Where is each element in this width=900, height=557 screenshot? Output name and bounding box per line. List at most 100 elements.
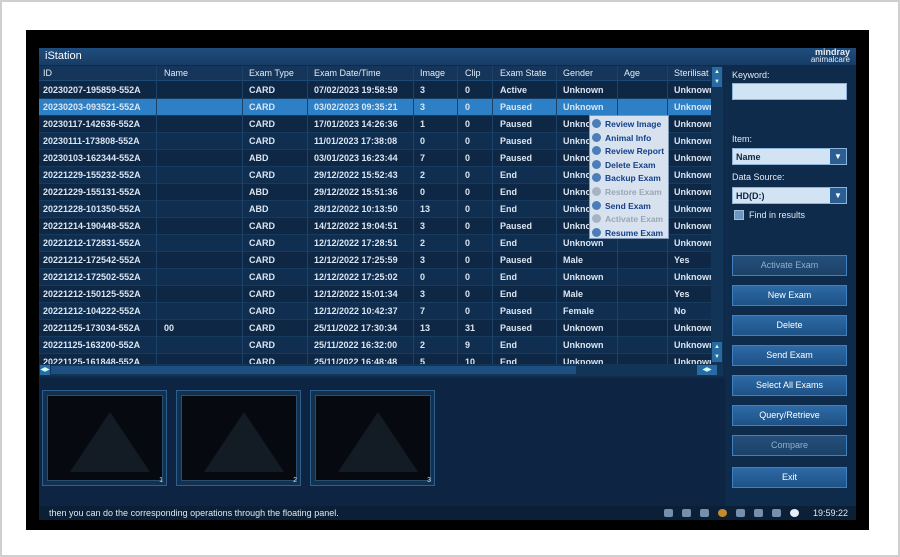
thumbnail-number: 1 bbox=[159, 477, 163, 484]
delete-button[interactable]: Delete bbox=[732, 315, 847, 336]
vertical-scrollbar[interactable]: ▲ ▼ ▲ ▼ bbox=[711, 66, 723, 364]
table-cell: 20221212-172502-552A bbox=[43, 272, 141, 282]
scroll-right-icon[interactable]: ◀▶ bbox=[697, 365, 717, 375]
query-retrieve-button[interactable]: Query/Retrieve bbox=[732, 405, 847, 426]
monitor-screen: iStation mindray animalcare ID Name Exam T… bbox=[26, 30, 869, 530]
menu-item-label: Review Image bbox=[605, 119, 662, 129]
table-cell: 20230103-162344-552A bbox=[43, 153, 141, 163]
column-header[interactable]: Exam Type bbox=[249, 68, 294, 78]
table-cell: 31 bbox=[465, 323, 476, 333]
table-cell: 0 bbox=[420, 272, 426, 282]
table-cell: 9 bbox=[465, 340, 471, 350]
item-select[interactable]: Name ▼ bbox=[732, 148, 847, 165]
thumbnail-3[interactable]: 3 bbox=[310, 390, 435, 486]
thumbnail-1[interactable]: 1 bbox=[42, 390, 167, 486]
table-cell: Paused bbox=[500, 136, 533, 146]
table-cell: 0 bbox=[465, 238, 471, 248]
table-row[interactable]: 20230203-093521-552A CARD 03/02/2023 09:35… bbox=[39, 99, 711, 116]
wifi-icon bbox=[682, 509, 691, 517]
table-cell: Unkno bbox=[563, 153, 591, 163]
table-cell: Unkno bbox=[563, 221, 591, 231]
table-row[interactable]: 20221125-173034-552A 00 CARD 25/11/2022 17:… bbox=[39, 320, 711, 337]
column-header[interactable]: Name bbox=[164, 68, 188, 78]
table-cell: 20230207-195859-552A bbox=[43, 85, 141, 95]
table-cell: 12/12/2022 17:25:59 bbox=[314, 255, 398, 265]
table-cell: Paused bbox=[500, 119, 533, 129]
table-row[interactable]: 20221212-172502-552A CARD 12/12/2022 17:25… bbox=[39, 269, 711, 286]
column-header[interactable]: Image bbox=[420, 68, 445, 78]
table-cell: Unknown bbox=[563, 340, 604, 350]
chevron-down-icon[interactable]: ▼ bbox=[830, 188, 846, 203]
table-cell: 0 bbox=[465, 204, 471, 214]
table-row[interactable]: 20221212-150125-552A CARD 12/12/2022 15:01… bbox=[39, 286, 711, 303]
column-header[interactable]: ID bbox=[43, 68, 52, 78]
scroll-up-icon[interactable]: ▲ bbox=[712, 67, 722, 77]
column-header[interactable]: Clip bbox=[465, 68, 481, 78]
exit-button[interactable]: Exit bbox=[732, 467, 847, 488]
table-cell: CARD bbox=[249, 272, 275, 282]
scroll-down-small-icon[interactable]: ▼ bbox=[712, 77, 722, 87]
table-row[interactable]: 20221125-163200-552A CARD 25/11/2022 16:32… bbox=[39, 337, 711, 354]
table-row[interactable]: 20230207-195859-552A CARD 07/02/2023 19:58… bbox=[39, 82, 711, 99]
data-source-select[interactable]: HD(D:) ▼ bbox=[732, 187, 847, 204]
table-cell: 14/12/2022 19:04:51 bbox=[314, 221, 398, 231]
table-cell: Yes bbox=[674, 289, 690, 299]
menu-item[interactable]: Resume Exam bbox=[592, 227, 663, 241]
table-row[interactable]: 20221125-161848-552A CARD 25/11/2022 16:48… bbox=[39, 354, 711, 364]
new-exam-button[interactable]: New Exam bbox=[732, 285, 847, 306]
table-header: ID Name Exam Type Exam Date/Time Image Clip Ex… bbox=[39, 66, 711, 81]
right-panel: Keyword: Item: Name ▼ Data Source: HD(D:… bbox=[727, 66, 856, 506]
table-cell: 3 bbox=[420, 255, 426, 265]
column-header[interactable]: Age bbox=[624, 68, 640, 78]
table-cell: 20221229-155131-552A bbox=[43, 187, 141, 197]
thumbnail-2[interactable]: 2 bbox=[176, 390, 301, 486]
scroll-up-bottom-icon[interactable]: ▲ bbox=[712, 342, 722, 352]
menu-item[interactable]: Review Image bbox=[592, 119, 661, 132]
table-cell: 20221214-190448-552A bbox=[43, 221, 141, 231]
column-divider bbox=[413, 66, 414, 364]
menu-item[interactable]: Backup Exam bbox=[592, 173, 661, 186]
table-cell: 0 bbox=[465, 102, 471, 112]
column-header[interactable]: Gender bbox=[563, 68, 593, 78]
scroll-down-icon[interactable]: ▼ bbox=[712, 352, 722, 362]
table-cell: Unkno bbox=[563, 170, 591, 180]
horizontal-scrollbar[interactable]: ◀▶ ◀▶ bbox=[39, 364, 723, 376]
table-row[interactable]: 20221212-172542-552A CARD 12/12/2022 17:25… bbox=[39, 252, 711, 269]
table-cell: 0 bbox=[465, 221, 471, 231]
table-cell: 7 bbox=[420, 153, 426, 163]
table-cell: 03/01/2023 16:23:44 bbox=[314, 153, 398, 163]
menu-item[interactable]: Delete Exam bbox=[592, 159, 656, 173]
column-header[interactable]: Exam Date/Time bbox=[314, 68, 381, 78]
menu-item-icon bbox=[592, 159, 601, 169]
table-cell: Unknown bbox=[563, 323, 604, 333]
find-in-results-checkbox[interactable] bbox=[734, 210, 744, 220]
menu-item[interactable]: Send Exam bbox=[592, 200, 651, 214]
table-cell: 11/01/2023 17:38:08 bbox=[314, 136, 398, 146]
select-all-exams-button[interactable]: Select All Exams bbox=[732, 375, 847, 396]
menu-item[interactable]: Restore Exam bbox=[592, 187, 662, 200]
table-cell: 25/11/2022 16:32:00 bbox=[314, 340, 398, 350]
send-exam-button[interactable]: Send Exam bbox=[732, 345, 847, 366]
table-cell: 3 bbox=[420, 221, 426, 231]
menu-item[interactable]: Activate Exam bbox=[592, 214, 663, 227]
table-row[interactable]: 20221212-104222-552A CARD 12/12/2022 10:42… bbox=[39, 303, 711, 320]
column-header[interactable]: Exam State bbox=[500, 68, 547, 78]
menu-item-label: Restore Exam bbox=[605, 187, 662, 197]
table-cell: Paused bbox=[500, 221, 533, 231]
menu-item[interactable]: Animal Info bbox=[592, 132, 651, 146]
table-cell: CARD bbox=[249, 170, 275, 180]
keyword-input[interactable] bbox=[732, 83, 847, 100]
activate-exam-button[interactable]: Activate Exam bbox=[732, 255, 847, 276]
table-cell: Unknown bbox=[674, 238, 711, 248]
horizontal-scroll-thumb[interactable] bbox=[51, 366, 576, 374]
menu-item[interactable]: Review Report bbox=[592, 146, 664, 159]
compare-button[interactable]: Compare bbox=[732, 435, 847, 456]
chevron-down-icon[interactable]: ▼ bbox=[830, 149, 846, 164]
scroll-left-icon[interactable]: ◀▶ bbox=[40, 365, 50, 375]
table-cell: 20230203-093521-552A bbox=[43, 102, 141, 112]
table-cell: CARD bbox=[249, 357, 275, 364]
table-cell: Unknown bbox=[674, 323, 711, 333]
column-header[interactable]: Sterilisat bbox=[674, 68, 709, 78]
table-cell: CARD bbox=[249, 306, 275, 316]
table-cell: Unkno bbox=[563, 204, 591, 214]
